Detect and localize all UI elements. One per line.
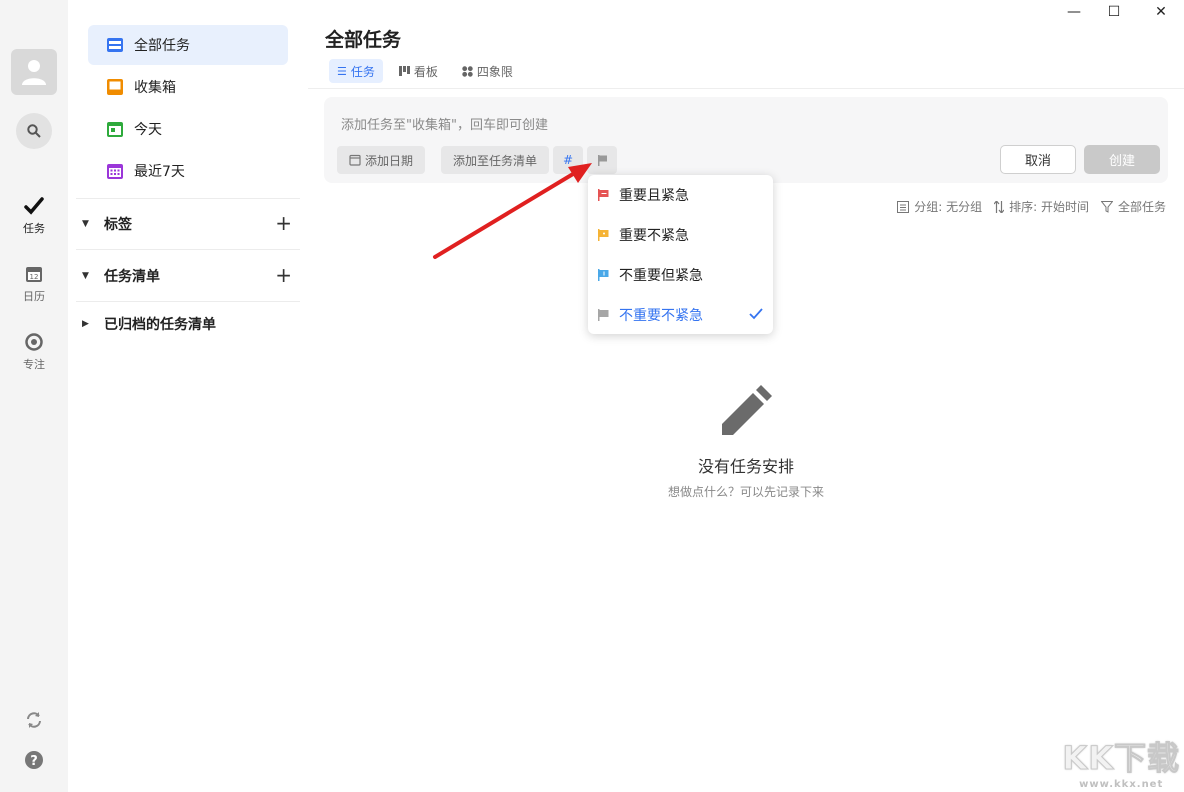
annotation-arrow: [420, 150, 600, 265]
pencil-icon: [722, 385, 772, 435]
svg-text:12: 12: [30, 273, 39, 281]
create-button[interactable]: 创建: [1084, 145, 1160, 174]
sync-icon[interactable]: [24, 710, 44, 730]
rail-focus[interactable]: 专注: [0, 332, 68, 372]
maximize-button[interactable]: ☐: [1104, 4, 1124, 22]
section-task-lists-label: 任务清单: [104, 266, 160, 286]
filter-control[interactable]: 全部任务: [1101, 198, 1166, 215]
tab-kanban[interactable]: 看板: [391, 59, 446, 83]
priority-option-label: 重要不紧急: [619, 225, 689, 245]
checkmark-icon: [749, 307, 763, 321]
sidebar-divider: [76, 301, 300, 302]
week-icon: [106, 162, 124, 180]
app-window: 任务 12 日历 专注 ? 全部任务 收集箱 今天 最近7天: [0, 0, 1184, 792]
add-task-input[interactable]: 添加任务至"收集箱"，回车即可创建: [341, 114, 548, 133]
priority-option-label: 重要且紧急: [619, 185, 689, 205]
help-icon[interactable]: ?: [24, 750, 44, 770]
priority-dropdown: 重要且紧急 重要不紧急 不重要但紧急 不重要不紧急: [588, 175, 773, 334]
rail-tasks-label: 任务: [23, 222, 45, 235]
section-archived-label: 已归档的任务清单: [104, 314, 216, 334]
add-list-button[interactable]: +: [275, 264, 292, 286]
empty-state-subtitle: 想做点什么？可以先记录下来: [308, 483, 1184, 500]
priority-option-label: 不重要不紧急: [619, 305, 703, 325]
sidebar-item-next-7-days[interactable]: 最近7天: [88, 151, 288, 191]
priority-option-not-important-urgent[interactable]: 不重要但紧急: [588, 255, 773, 295]
view-toolbar: 分组: 无分组 排序: 开始时间 全部任务: [897, 198, 1166, 215]
sort-icon: [994, 201, 1004, 213]
watermark-logo: KK下载: [1062, 733, 1180, 779]
kanban-icon: [399, 66, 410, 76]
section-tags-label: 标签: [104, 214, 132, 234]
filter-label: 全部任务: [1118, 198, 1166, 215]
gray-flag-icon: [598, 309, 609, 321]
chevron-right-icon: ▶: [82, 319, 96, 329]
sidebar-divider: [76, 249, 300, 250]
check-icon: [24, 196, 44, 216]
watermark-url: www.kkx.net: [1062, 779, 1180, 790]
all-tasks-icon: [106, 36, 124, 54]
view-tabs: ☰ 任务 看板 四象限: [329, 59, 521, 83]
blue-flag-icon: [598, 269, 609, 281]
priority-option-important-urgent[interactable]: 重要且紧急: [588, 175, 773, 215]
priority-option-important-not-urgent[interactable]: 重要不紧急: [588, 215, 773, 255]
sidebar-item-inbox[interactable]: 收集箱: [88, 67, 288, 107]
rail-focus-label: 专注: [23, 358, 45, 371]
sort-label: 排序: 开始时间: [1009, 198, 1089, 215]
sidebar-item-label: 全部任务: [134, 35, 190, 55]
group-control[interactable]: 分组: 无分组: [897, 198, 982, 215]
cancel-button[interactable]: 取消: [1000, 145, 1076, 174]
minimize-button[interactable]: —: [1064, 4, 1084, 22]
sidebar-item-label: 今天: [134, 119, 162, 139]
search-icon: [27, 124, 41, 138]
sidebar-item-label: 最近7天: [134, 161, 185, 181]
tab-label: 四象限: [477, 63, 513, 80]
calendar-icon: [349, 154, 361, 166]
quadrant-icon: [462, 66, 473, 77]
focus-icon: [24, 332, 44, 352]
sidebar: 全部任务 收集箱 今天 最近7天 ▼ 标签 + ▼ 任务清单 + ▶ 已归: [68, 0, 308, 792]
close-button[interactable]: ✕: [1151, 4, 1171, 22]
section-archived-lists[interactable]: ▶ 已归档的任务清单: [82, 312, 292, 336]
tab-label: 任务: [351, 63, 375, 80]
sidebar-item-today[interactable]: 今天: [88, 109, 288, 149]
inbox-icon: [106, 78, 124, 96]
today-icon: [106, 120, 124, 138]
sidebar-item-label: 收集箱: [134, 77, 176, 97]
watermark: KK下载 www.kkx.net: [1062, 733, 1180, 790]
add-tag-button[interactable]: +: [275, 212, 292, 234]
calendar-icon: 12: [24, 264, 44, 284]
tab-label: 看板: [414, 63, 438, 80]
sidebar-divider: [76, 198, 300, 199]
page-title: 全部任务: [325, 25, 401, 52]
search-button[interactable]: [16, 113, 52, 149]
tab-list[interactable]: ☰ 任务: [329, 59, 383, 83]
group-label: 分组: 无分组: [914, 198, 982, 215]
header-divider: [308, 88, 1184, 89]
rail-tasks[interactable]: 任务: [0, 196, 68, 236]
add-date-button[interactable]: 添加日期: [337, 146, 425, 174]
empty-state-title: 没有任务安排: [308, 453, 1184, 477]
tab-quadrant[interactable]: 四象限: [454, 59, 521, 83]
group-icon: [897, 201, 909, 213]
section-task-lists[interactable]: ▼ 任务清单 +: [82, 264, 292, 288]
priority-option-label: 不重要但紧急: [619, 265, 703, 285]
add-date-label: 添加日期: [365, 152, 413, 169]
avatar[interactable]: [11, 49, 57, 95]
list-icon: ☰: [337, 65, 347, 78]
priority-option-not-important-not-urgent[interactable]: 不重要不紧急: [588, 295, 773, 335]
chevron-down-icon: ▼: [82, 271, 96, 281]
rail-calendar[interactable]: 12 日历: [0, 264, 68, 304]
main-panel: — ☐ ✕ 全部任务 ☰ 任务 看板 四象限 添加任务至"收集箱"，回车即可创建…: [308, 0, 1184, 792]
chevron-down-icon: ▼: [82, 219, 96, 229]
user-icon: [22, 59, 46, 85]
filter-icon: [1101, 201, 1113, 213]
rail-calendar-label: 日历: [23, 290, 45, 303]
section-tags[interactable]: ▼ 标签 +: [82, 212, 292, 236]
left-rail: 任务 12 日历 专注 ?: [0, 0, 68, 792]
sort-control[interactable]: 排序: 开始时间: [994, 198, 1089, 215]
sidebar-item-all-tasks[interactable]: 全部任务: [88, 25, 288, 65]
svg-text:?: ?: [30, 754, 38, 769]
